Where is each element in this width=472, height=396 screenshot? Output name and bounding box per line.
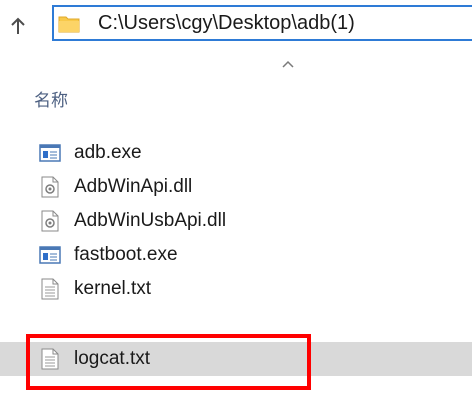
up-button[interactable]	[6, 12, 30, 40]
file-name: logcat.txt	[74, 348, 151, 369]
exe-icon	[38, 142, 62, 164]
file-row-fastboot-exe[interactable]: fastboot.exe	[0, 238, 472, 272]
file-row-logcat-txt[interactable]: logcat.txt	[0, 342, 472, 376]
exe-icon	[38, 244, 62, 266]
folder-icon	[58, 12, 82, 34]
dll-icon	[38, 176, 62, 198]
file-name: kernel.txt	[74, 278, 152, 299]
file-row-adbwinapi-dll[interactable]: AdbWinApi.dll	[0, 170, 472, 204]
txt-icon	[38, 278, 62, 300]
file-row-adbwinusbapi-dll[interactable]: AdbWinUsbApi.dll	[0, 204, 472, 238]
column-header-name[interactable]: 名称	[34, 86, 68, 111]
arrow-up-icon	[11, 17, 25, 34]
file-name: AdbWinUsbApi.dll	[74, 210, 227, 231]
file-row-kernel-txt[interactable]: kernel.txt	[0, 272, 472, 306]
file-name: fastboot.exe	[74, 244, 178, 265]
txt-icon	[38, 348, 62, 370]
address-path: C:\Users\cgy\Desktop\adb(1)	[98, 11, 355, 34]
file-name: adb.exe	[74, 142, 142, 163]
file-name: AdbWinApi.dll	[74, 176, 193, 197]
address-bar[interactable]: C:\Users\cgy\Desktop\adb(1)	[52, 5, 472, 41]
dll-icon	[38, 210, 62, 232]
file-row-adb-exe[interactable]: adb.exe	[0, 136, 472, 170]
sort-ascending-icon	[282, 60, 294, 68]
